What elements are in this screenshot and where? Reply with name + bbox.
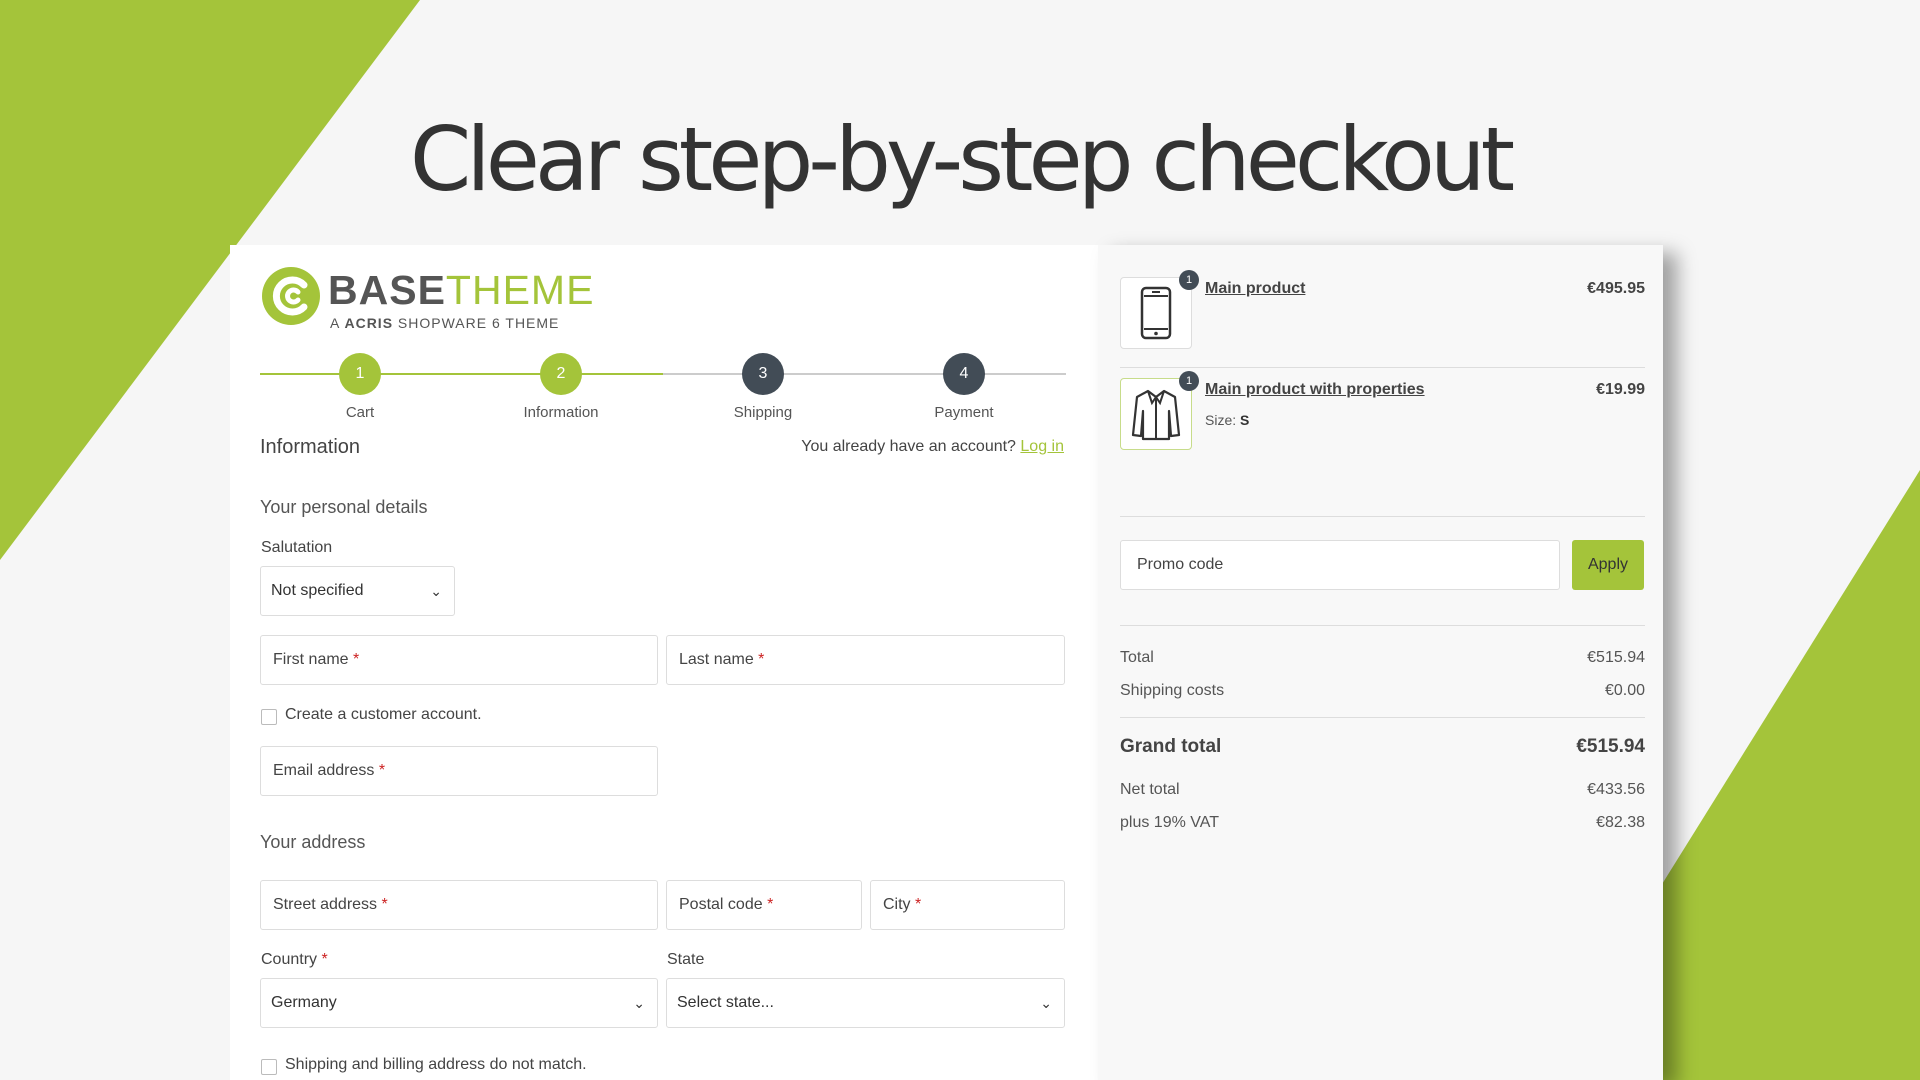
cart-item: 1 Main product with properties €19.99 Si…	[1120, 371, 1645, 450]
personal-details-title: Your personal details	[260, 497, 428, 517]
product-name-link[interactable]: Main product with properties	[1205, 381, 1425, 399]
email-field[interactable]: Email address *	[260, 746, 658, 796]
step-label: Payment	[934, 404, 994, 421]
cart-item: 1 Main product €495.95	[1120, 270, 1645, 349]
chevron-down-icon: ⌄	[633, 995, 645, 1011]
logo-subtitle: A ACRIS SHOPWARE 6 THEME	[330, 315, 560, 331]
postal-code-field[interactable]: Postal code *	[666, 880, 862, 930]
logo-mark-icon	[262, 267, 320, 325]
create-account-label: Create a customer account.	[285, 706, 482, 723]
step-label: Shipping	[733, 404, 793, 421]
jacket-icon	[1131, 389, 1181, 441]
city-field[interactable]: City *	[870, 880, 1065, 930]
different-billing-label: Shipping and billing address do not matc…	[285, 1056, 587, 1073]
apply-promo-button[interactable]: Apply	[1572, 540, 1644, 590]
step-number: 1	[339, 353, 381, 395]
step-label: Information	[523, 404, 599, 421]
state-select[interactable]: Select state... ⌄	[666, 978, 1065, 1028]
chevron-down-icon: ⌄	[1040, 995, 1052, 1011]
summary-total: Total €515.94	[1120, 649, 1645, 666]
account-prompt: You already have an account? Log in	[801, 438, 1064, 455]
street-address-field[interactable]: Street address *	[260, 880, 658, 930]
country-select[interactable]: Germany ⌄	[260, 978, 658, 1028]
page-title: Information	[260, 436, 361, 458]
quantity-badge: 1	[1179, 270, 1199, 290]
login-link[interactable]: Log in	[1020, 438, 1064, 455]
divider	[1120, 717, 1645, 718]
headline: Clear step-by-step checkout	[409, 108, 1515, 211]
checkout-steps: 1 Cart 2 Information 3 Shipping 4 Paymen…	[260, 353, 1066, 423]
last-name-field[interactable]: Last name *	[666, 635, 1065, 685]
step-number: 2	[540, 353, 582, 395]
create-account-checkbox[interactable]	[261, 709, 277, 725]
salutation-select[interactable]: Not specified ⌄	[260, 566, 455, 616]
step-information[interactable]: 2 Information	[501, 353, 621, 421]
promo-code-input[interactable]: Promo code	[1120, 540, 1560, 590]
step-shipping[interactable]: 3 Shipping	[703, 353, 823, 421]
step-number: 4	[943, 353, 985, 395]
chevron-down-icon: ⌄	[430, 583, 442, 599]
summary-net-total: Net total €433.56	[1120, 781, 1645, 798]
state-label: State	[667, 951, 705, 968]
logo-title: BASETHEME	[328, 267, 595, 313]
step-payment[interactable]: 4 Payment	[904, 353, 1024, 421]
step-number: 3	[742, 353, 784, 395]
summary-vat: plus 19% VAT €82.38	[1120, 814, 1645, 831]
step-label: Cart	[345, 404, 375, 421]
product-property: Size: S	[1205, 412, 1250, 428]
product-name-link[interactable]: Main product	[1205, 280, 1305, 298]
product-thumbnail[interactable]: 1	[1120, 371, 1199, 450]
order-summary-panel: 1 Main product €495.95 1 Main product wi…	[1098, 245, 1663, 1080]
address-title: Your address	[260, 832, 366, 852]
country-label: Country *	[261, 951, 328, 968]
smartphone-icon	[1140, 286, 1172, 340]
divider	[1120, 625, 1645, 626]
checkout-form-panel: BASETHEME A ACRIS SHOPWARE 6 THEME 1 Car…	[230, 245, 1098, 1080]
different-billing-checkbox[interactable]	[261, 1059, 277, 1075]
product-thumbnail[interactable]: 1	[1120, 270, 1199, 349]
product-price: €495.95	[1587, 280, 1645, 297]
divider	[1120, 516, 1645, 517]
product-price: €19.99	[1596, 381, 1645, 398]
salutation-label: Salutation	[261, 539, 333, 556]
summary-shipping: Shipping costs €0.00	[1120, 682, 1645, 699]
step-cart[interactable]: 1 Cart	[300, 353, 420, 421]
quantity-badge: 1	[1179, 371, 1199, 391]
divider	[1120, 367, 1645, 368]
summary-grand-total: Grand total €515.94	[1120, 736, 1645, 757]
first-name-field[interactable]: First name *	[260, 635, 658, 685]
